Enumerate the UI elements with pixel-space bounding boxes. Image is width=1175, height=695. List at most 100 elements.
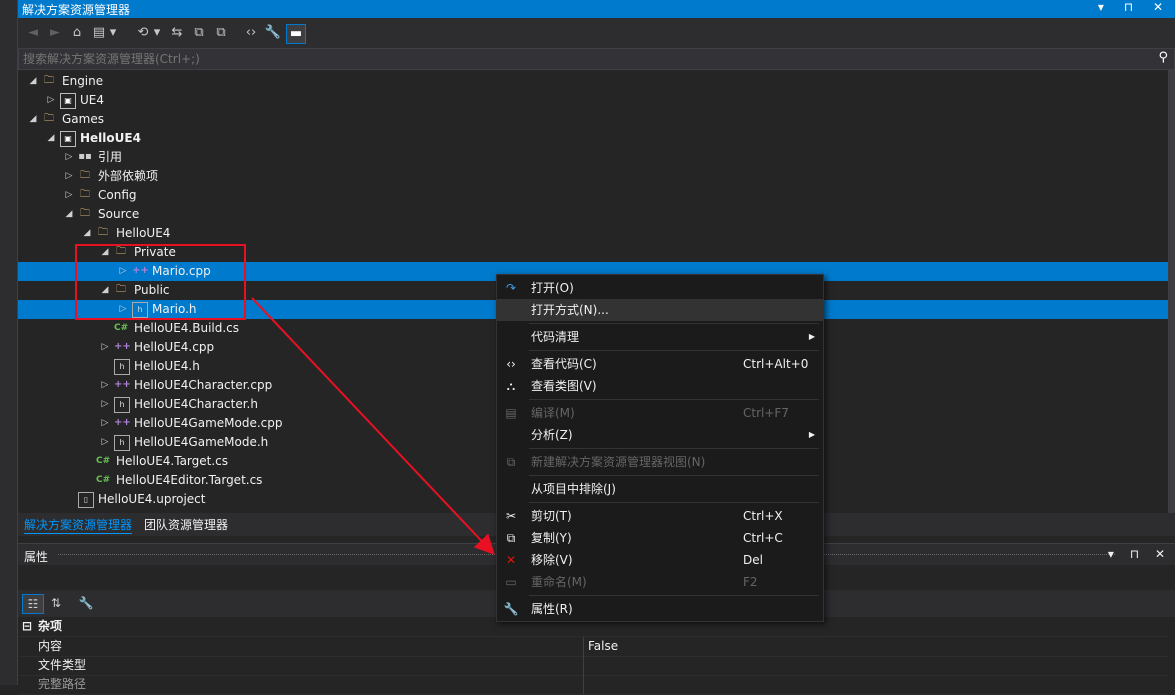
property-row[interactable]: 内容 False [18, 637, 1168, 657]
menu-item-label: 分析(Z) [531, 428, 573, 442]
tree-item[interactable]: ▷ ▣ UE4 [18, 91, 1168, 110]
submenu-arrow-icon: ▶ [808, 332, 815, 341]
dropdown-icon[interactable]: ▾ [1108, 547, 1120, 561]
menu-item[interactable]: 🔧 属性(R) [497, 598, 823, 620]
tree-item-label: HelloUE4.cpp [134, 340, 215, 354]
menu-item[interactable]: ✂ 剪切(T) Ctrl+X [497, 505, 823, 527]
tree-item-label: HelloUE4GameMode.cpp [134, 416, 283, 430]
menu-item: ▤ 编译(M) Ctrl+F7 [497, 402, 823, 424]
menu-item[interactable]: ‹› 查看代码(C) Ctrl+Alt+0 [497, 353, 823, 375]
menu-item[interactable]: 分析(Z) ▶ [497, 424, 823, 446]
tree-item[interactable]: ▷ 🗀 外部依赖项 [18, 167, 1168, 186]
close-icon[interactable]: ✕ [1155, 547, 1171, 561]
folder-icon: 🗀 [80, 170, 90, 181]
categorized-icon[interactable]: ☷ [22, 594, 44, 614]
pin-icon[interactable]: ⊓ [1130, 547, 1145, 561]
expand-arrow-icon[interactable]: ▷ [64, 186, 74, 205]
copy-icon: ⧉ [506, 531, 516, 545]
pending-changes-icon[interactable]: ⟲ [134, 24, 152, 42]
menu-item[interactable]: ⧉ 复制(Y) Ctrl+C [497, 527, 823, 549]
menu-item-label: 打开方式(N)... [531, 303, 609, 317]
chevron-down-icon[interactable]: ▾ [152, 24, 162, 42]
tab-team-explorer[interactable]: 团队资源管理器 [144, 516, 228, 533]
tree-item[interactable]: ▷ 🗀 Config [18, 186, 1168, 205]
tree-item[interactable]: ◢ 🗀 Engine [18, 72, 1168, 91]
menu-item[interactable]: 打开方式(N)... [497, 299, 823, 321]
tree-item-label: HelloUE4Editor.Target.cs [116, 473, 263, 487]
property-row[interactable]: 文件类型 [18, 656, 1168, 676]
toolbar: ◄ ► ⌂ ▤ ▾ ⟲ ▾ ⇆ ⧉ ⧉ ‹› 🔧 ▬ [18, 18, 1175, 48]
menu-item-label: 复制(Y) [531, 531, 572, 545]
property-pages-icon[interactable]: 🔧 [76, 594, 96, 612]
view-code-icon: ‹› [506, 357, 516, 371]
tree-item[interactable]: ▷ ▪▪ 引用 [18, 148, 1168, 167]
alphabetical-icon[interactable]: ⇅ [46, 594, 66, 612]
preview-icon[interactable]: ▬ [286, 24, 306, 44]
collapse-all-icon[interactable]: ⧉ [190, 24, 208, 42]
menu-item-shortcut: Ctrl+F7 [743, 406, 789, 420]
collapse-arrow-icon[interactable]: ◢ [46, 129, 56, 148]
window-controls[interactable]: ▾ ⊓ ✕ [1098, 0, 1171, 14]
cpp-icon: ++ [114, 341, 131, 352]
tree-item-label: HelloUE4 [80, 131, 141, 145]
tree-scrollbar[interactable] [1168, 70, 1175, 513]
collapse-arrow-icon[interactable]: ◢ [82, 224, 92, 243]
back-icon[interactable]: ◄ [24, 24, 42, 42]
tab-solution-explorer[interactable]: 解决方案资源管理器 [24, 516, 133, 534]
search-input[interactable] [23, 50, 1143, 68]
chevron-down-icon[interactable]: ▾ [108, 24, 118, 42]
tree-item[interactable]: ◢ ▣ HelloUE4 [18, 129, 1168, 148]
expand-arrow-icon[interactable]: ▷ [100, 338, 110, 357]
sync-icon[interactable]: ⇆ [168, 24, 186, 42]
pin-icon[interactable]: ⊓ [1124, 0, 1141, 14]
properties-controls[interactable]: ▾ ⊓ ✕ [1108, 547, 1171, 561]
tree-item-label: 引用 [98, 150, 123, 164]
menu-item-label: 移除(V) [531, 553, 573, 567]
tree-item-label: Games [62, 112, 104, 126]
expand-arrow-icon[interactable]: ▷ [100, 395, 110, 414]
cpp-icon: ++ [114, 379, 131, 390]
properties-title: 属性 [24, 550, 49, 564]
expand-arrow-icon[interactable]: ▷ [100, 376, 110, 395]
proj-icon: ▣ [60, 93, 76, 109]
view-code-icon[interactable]: ‹› [242, 24, 260, 42]
tree-item-label: HelloUE4Character.cpp [134, 378, 273, 392]
home-icon[interactable]: ⌂ [68, 24, 86, 42]
dropdown-icon[interactable]: ▾ [1098, 0, 1112, 14]
context-menu: ↷ 打开(O) 打开方式(N)... 代码清理 ▶ ‹› 查看代码(C) Ctrl+Alt+0… [496, 274, 824, 622]
collapse-arrow-icon[interactable]: ◢ [28, 72, 38, 91]
tree-item[interactable]: ◢ 🗀 Source [18, 205, 1168, 224]
menu-item-shortcut: Ctrl+X [743, 509, 783, 523]
menu-item[interactable]: ✕ 移除(V) Del [497, 549, 823, 571]
expand-arrow-icon[interactable]: ▷ [100, 414, 110, 433]
tree-item-label: HelloUE4 [116, 226, 171, 240]
expand-arrow-icon[interactable]: ▷ [64, 167, 74, 186]
property-row[interactable]: 完整路径 [18, 675, 1168, 695]
menu-item[interactable]: 从项目中排除(J) [497, 478, 823, 500]
menu-item-label: 剪切(T) [531, 509, 572, 523]
search-icon[interactable]: ⚲ [1158, 50, 1168, 65]
h-icon: h [114, 435, 130, 451]
collapse-arrow-icon[interactable]: ◢ [28, 110, 38, 129]
folder-icon: 🗀 [44, 75, 54, 86]
menu-item-shortcut: Ctrl+C [743, 531, 783, 545]
expand-arrow-icon[interactable]: ▷ [64, 148, 74, 167]
tree-item[interactable]: ◢ 🗀 HelloUE4 [18, 224, 1168, 243]
menu-item[interactable]: 代码清理 ▶ [497, 326, 823, 348]
collapse-arrow-icon[interactable]: ◢ [64, 205, 74, 224]
close-icon[interactable]: ✕ [1153, 0, 1171, 14]
properties-icon[interactable]: 🔧 [264, 24, 282, 42]
menu-separator [529, 399, 819, 400]
expand-arrow-icon[interactable]: ▷ [100, 433, 110, 452]
tree-item[interactable]: ◢ 🗀 Games [18, 110, 1168, 129]
menu-item[interactable]: ↷ 打开(O) [497, 277, 823, 299]
collapse-icon[interactable]: ⊟ [22, 617, 32, 636]
menu-item[interactable]: ⛬ 查看类图(V) [497, 375, 823, 397]
show-all-files-icon[interactable]: ⧉ [212, 24, 230, 42]
switch-views-icon[interactable]: ▤ [90, 24, 108, 42]
forward-icon[interactable]: ► [46, 24, 64, 42]
tree-item-label: HelloUE4GameMode.h [134, 435, 269, 449]
expand-arrow-icon[interactable]: ▷ [46, 91, 56, 110]
menu-item: ▭ 重命名(M) F2 [497, 571, 823, 593]
folder-icon: 🗀 [80, 208, 90, 219]
